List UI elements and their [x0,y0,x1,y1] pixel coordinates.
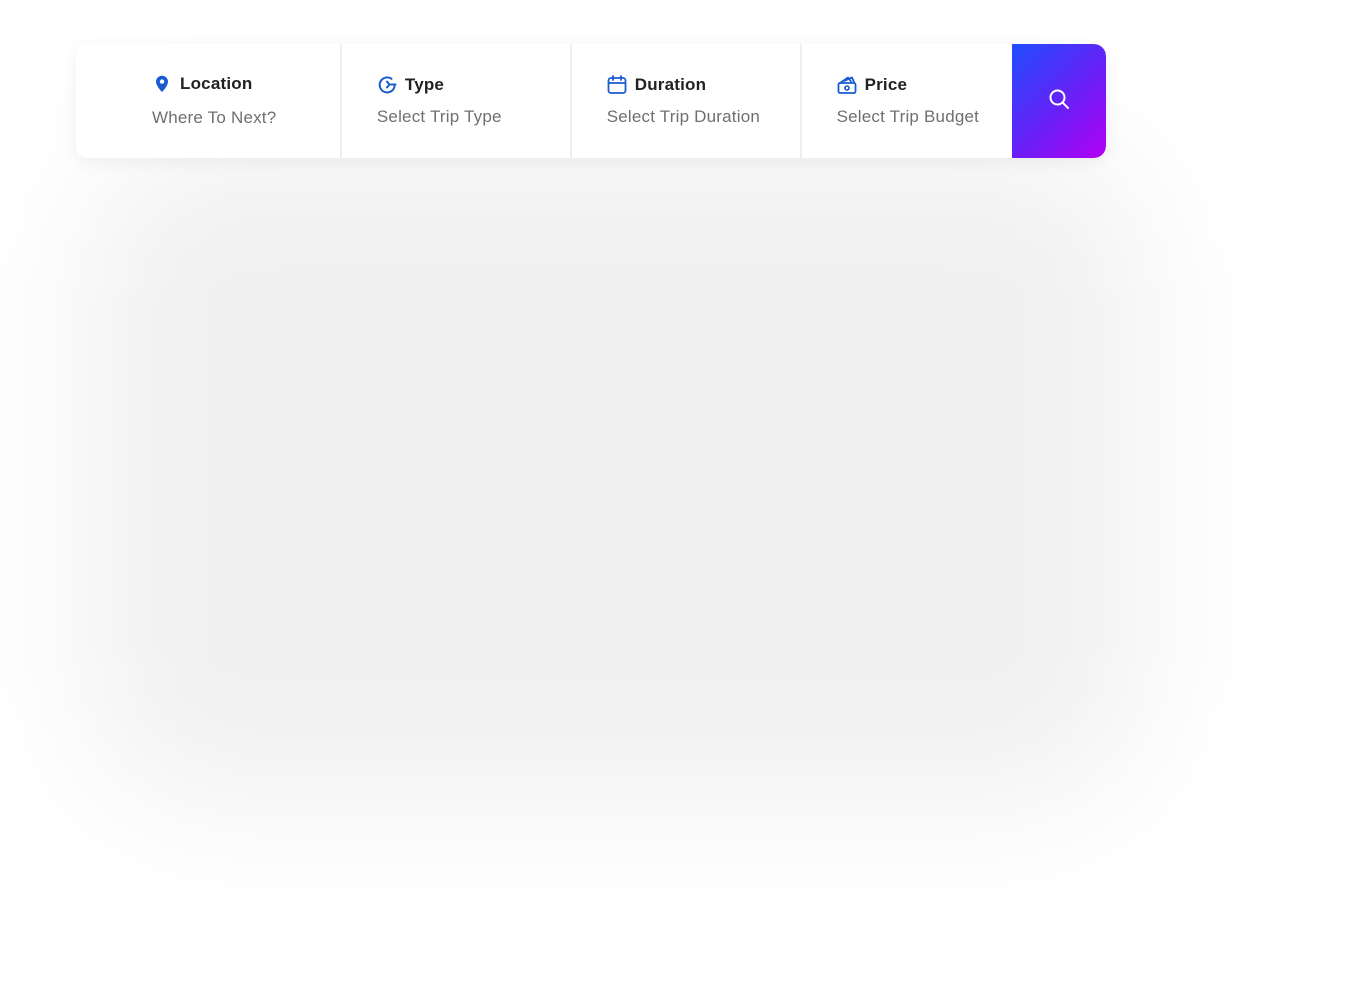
price-placeholder: Select Trip Budget [836,107,980,126]
duration-field[interactable]: Duration Select Trip Duration [572,44,800,158]
type-field-header: Type [377,75,570,95]
map-pin-icon [152,74,172,94]
price-field[interactable]: Price Select Trip Budget [802,44,1012,158]
duration-field-header: Duration [607,75,800,95]
type-placeholder: Select Trip Type [376,107,502,126]
type-field[interactable]: Type Select Trip Type [342,44,570,158]
trip-type-icon [377,75,397,95]
duration-label: Duration [634,75,707,94]
search-icon [1047,87,1071,116]
location-field-header: Location [152,74,340,94]
duration-placeholder: Select Trip Duration [606,107,761,126]
location-field[interactable]: Location Where To Next? [76,44,340,158]
price-label: Price [864,75,908,94]
price-field-header: Price [837,75,1012,95]
location-placeholder: Where To Next? [152,108,277,127]
page: Location Where To Next? Type Select Trip… [0,0,1369,984]
location-label: Location [180,74,253,93]
trip-search-bar: Location Where To Next? Type Select Trip… [76,44,1106,158]
type-label: Type [404,75,445,94]
background-shadow [90,150,1140,800]
search-button[interactable] [1011,44,1106,158]
wallet-icon [837,75,857,95]
calendar-icon [607,75,627,95]
